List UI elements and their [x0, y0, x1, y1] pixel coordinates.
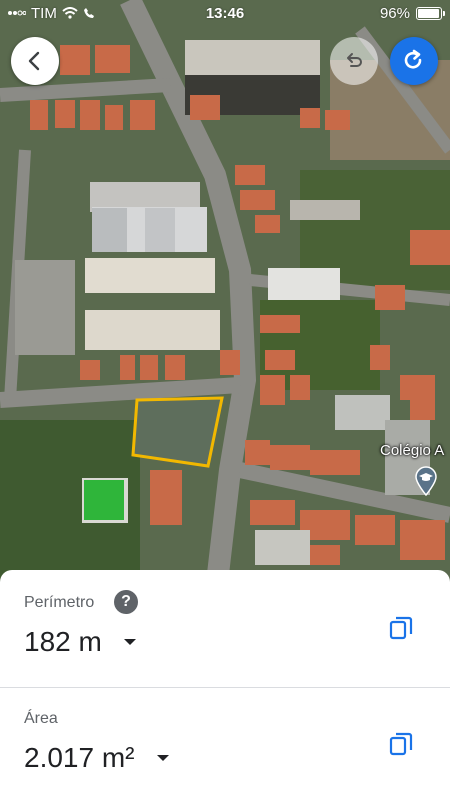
battery-percent: 96% [379, 4, 410, 22]
carrier-name: TIM [31, 4, 57, 22]
perimeter-label: Perímetro [24, 594, 95, 611]
status-time: 13:46 [205, 4, 245, 22]
redo-icon [404, 49, 422, 69]
undo-button[interactable] [330, 37, 378, 85]
area-label: Área [24, 710, 58, 727]
call-forward-icon [83, 8, 94, 18]
battery-level [418, 8, 440, 18]
area-value: 2.017 m² [24, 742, 135, 773]
perimeter-row: Perímetro ? 182 m [0, 570, 450, 687]
map-place-label[interactable]: Colégio A [380, 442, 444, 459]
area-value-selector[interactable]: 2.017 m² [24, 742, 169, 774]
undo-icon [347, 53, 362, 67]
back-button[interactable] [11, 37, 59, 85]
caret-down-icon [156, 755, 169, 761]
wifi-icon [62, 7, 78, 19]
satellite-imagery [0, 0, 450, 600]
status-right: 96% [292, 4, 445, 22]
satellite-map[interactable] [0, 0, 450, 600]
caret-down-icon [123, 639, 136, 645]
perimeter-value-selector[interactable]: 182 m [24, 626, 136, 658]
signal-icon [8, 10, 26, 16]
copy-area-icon[interactable] [388, 731, 414, 757]
status-bar: TIM 13:46 96% [0, 0, 450, 26]
help-icon[interactable]: ? [114, 590, 138, 614]
area-row: Área 2.017 m² [0, 687, 450, 800]
copy-perimeter-icon[interactable] [388, 615, 414, 641]
chevron-left-icon [28, 51, 40, 71]
redo-button[interactable] [390, 37, 438, 85]
measurement-sheet: Perímetro ? 182 m Área 2.017 m² [0, 570, 450, 800]
status-left: TIM [8, 5, 158, 22]
battery-icon [416, 6, 445, 20]
school-pin-icon[interactable] [414, 466, 438, 496]
perimeter-value: 182 m [24, 626, 102, 657]
